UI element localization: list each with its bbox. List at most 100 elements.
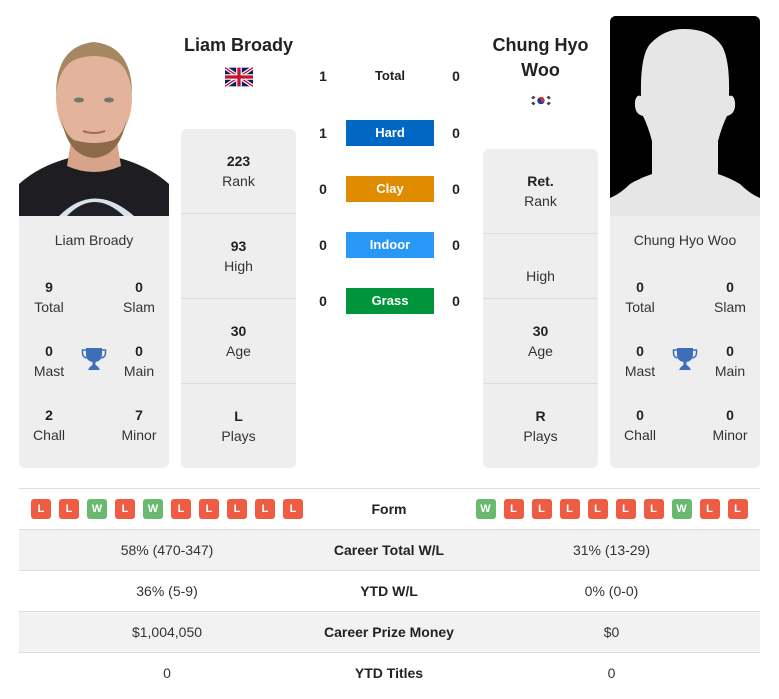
table-row: $1,004,050 Career Prize Money $0 [19,611,760,652]
form-right-cell: WLLLLLLWLL [463,499,760,519]
plays-label: Plays [221,428,256,444]
titles-mast-label: Mast [624,363,656,379]
titles-minor-value: 7 [135,407,143,423]
plays-stat: L Plays [181,406,296,446]
form-badge-win[interactable]: W [671,499,692,519]
age-stat: 30 Age [181,321,296,361]
titles-mast: 0 Mast [610,341,670,381]
form-badge-loss[interactable]: L [31,499,51,519]
table-row: 36% (5-9) YTD W/L 0% (0-0) [19,570,760,611]
plays-stat: R Plays [483,406,598,446]
titles-total-value: 0 [636,279,644,295]
form-badge-loss[interactable]: L [283,499,303,519]
divider [181,298,296,299]
titles-total-value: 9 [45,279,53,295]
form-badge-loss[interactable]: L [559,499,580,519]
table-row: 0 YTD Titles 0 [19,652,760,693]
titles-chall-value: 2 [45,407,53,423]
h2h-row-indoor: 0 Indoor 0 [310,232,470,258]
titles-main-value: 0 [135,343,143,359]
titles-chall: 2 Chall [19,405,79,445]
h2h-left-value: 0 [319,181,327,197]
form-badge-loss[interactable]: L [727,499,748,519]
titles-total: 0 Total [610,277,670,317]
form-badge-loss[interactable]: L [643,499,664,519]
stat-right-value: 31% (13-29) [572,542,651,558]
surface-badge-hard[interactable]: Hard [346,120,434,146]
form-badge-loss[interactable]: L [199,499,219,519]
rank-label: Rank [222,173,255,189]
stat-right-value: 0% (0-0) [584,583,639,599]
surface-badge-clay[interactable]: Clay [346,176,434,202]
player-name-right[interactable]: Chung Hyo Woo [483,33,598,83]
player-photo-right[interactable] [610,16,760,216]
titles-minor-label: Minor [712,427,748,443]
form-badge-loss[interactable]: L [59,499,79,519]
form-badge-loss[interactable]: L [115,499,135,519]
divider [483,298,598,299]
form-badge-loss[interactable]: L [531,499,552,519]
high-stat: High [483,246,598,286]
form-badge-loss[interactable]: L [255,499,275,519]
h2h-right-value: 0 [452,68,460,84]
stat-left-value: 0 [163,665,171,681]
age-value: 30 [532,323,549,339]
player-photo-left[interactable] [19,16,169,216]
player-name-left[interactable]: Liam Broady [181,33,296,58]
form-badge-win[interactable]: W [87,499,107,519]
age-value: 30 [230,323,247,339]
rank-label: Rank [524,193,557,209]
titles-total-label: Total [34,299,64,315]
titles-slam-label: Slam [714,299,746,315]
divider [181,383,296,384]
form-badge-loss[interactable]: L [503,499,524,519]
age-label: Age [226,343,251,359]
titles-slam-value: 0 [135,279,143,295]
titles-mast: 0 Mast [19,341,79,381]
divider [181,213,296,214]
surface-badge-grass[interactable]: Grass [346,288,434,314]
stat-label: Career Prize Money [324,624,454,640]
high-label: High [526,268,555,284]
form-label: Form [371,501,407,517]
divider [483,383,598,384]
form-badge-loss[interactable]: L [227,499,247,519]
titles-total: 9 Total [19,277,79,317]
form-badge-loss[interactable]: L [615,499,636,519]
titles-main: 0 Main [109,341,169,381]
h2h-label-total: Total [374,68,406,83]
form-badge-loss[interactable]: L [699,499,720,519]
titles-slam-label: Slam [123,299,155,315]
h2h-row-hard: 1 Hard 0 [310,120,470,146]
high-label: High [224,258,253,274]
form-left: LLWLWLLLLL [19,499,315,519]
form-right: WLLLLLLWLL [463,499,760,519]
stat-label: YTD W/L [360,583,418,599]
titles-main-label: Main [714,363,746,379]
titles-chall-value: 0 [636,407,644,423]
h2h-left-value: 1 [319,68,327,84]
plays-value: R [535,408,546,424]
trophy-icon [672,348,698,370]
h2h-right-value: 0 [452,293,460,309]
titles-minor: 0 Minor [700,405,760,445]
titles-chall-label: Chall [33,427,65,443]
high-stat: 93 High [181,236,296,276]
titles-slam-value: 0 [726,279,734,295]
rank-value: 223 [226,153,251,169]
h2h-row-clay: 0 Clay 0 [310,176,470,202]
rank-stat: Ret. Rank [483,171,598,211]
form-badge-win[interactable]: W [475,499,496,519]
form-badge-win[interactable]: W [143,499,163,519]
plays-value: L [234,408,243,424]
stat-left-value: 58% (470-347) [120,542,214,558]
titles-chall: 0 Chall [610,405,670,445]
form-badge-loss[interactable]: L [587,499,608,519]
form-badge-loss[interactable]: L [171,499,191,519]
rank-stat: 223 Rank [181,151,296,191]
surface-badge-indoor[interactable]: Indoor [346,232,434,258]
titles-slam: 0 Slam [109,277,169,317]
high-value [483,246,598,266]
titles-main-value: 0 [726,343,734,359]
age-label: Age [528,343,553,359]
